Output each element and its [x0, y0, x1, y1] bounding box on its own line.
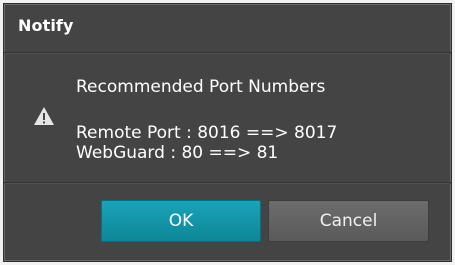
ok-button[interactable]: OK: [101, 200, 261, 242]
message-heading: Recommended Port Numbers: [76, 77, 326, 97]
cancel-button[interactable]: Cancel: [268, 200, 429, 242]
message-line-remote-port: Remote Port : 8016 ==> 8017: [76, 123, 338, 143]
warning-icon: [34, 107, 54, 125]
footer-divider-highlight: [4, 183, 451, 184]
dialog-title: Notify: [18, 16, 74, 35]
message-line-webguard: WebGuard : 80 ==> 81: [76, 143, 279, 163]
notify-dialog: Notify Recommended Port Numbers Remote P…: [3, 3, 452, 262]
title-divider-highlight: [4, 53, 451, 54]
